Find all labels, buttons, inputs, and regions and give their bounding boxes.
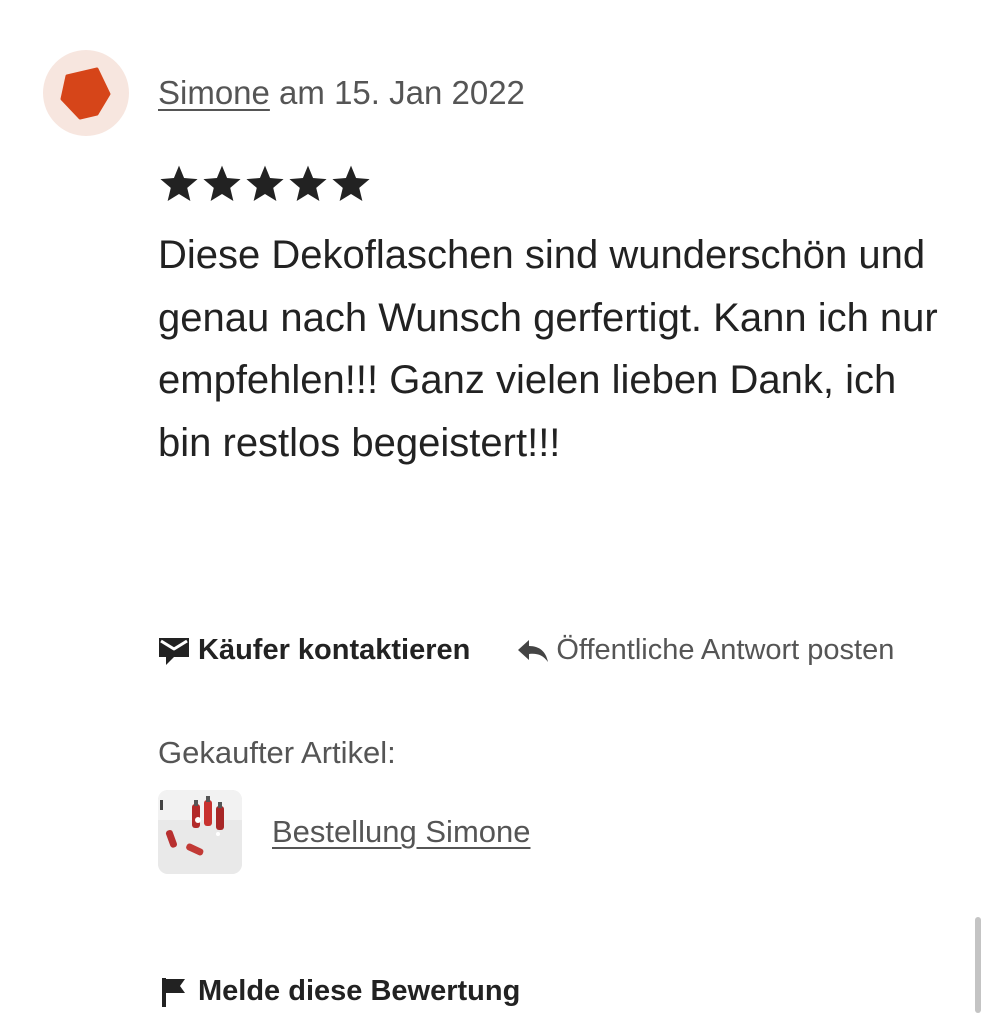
review-actions: Käufer kontaktieren Öffentliche Antwort … xyxy=(158,634,894,667)
star-icon xyxy=(289,165,327,201)
public-reply-button[interactable]: Öffentliche Antwort posten xyxy=(516,634,894,667)
review-text: Diese Dekoflaschen sind wunderschön und … xyxy=(158,233,938,465)
purchased-item: Bestellung Simone xyxy=(158,790,531,874)
star-icon xyxy=(332,165,370,201)
report-review-button[interactable]: Melde diese Bewertung xyxy=(160,975,520,1008)
avatar[interactable] xyxy=(43,50,129,136)
flag-icon xyxy=(162,977,185,1007)
contact-buyer-button[interactable]: Käufer kontaktieren xyxy=(158,634,470,667)
star-icon xyxy=(203,165,241,201)
product-thumbnail[interactable] xyxy=(158,790,242,874)
report-review-label: Melde diese Bewertung xyxy=(198,975,521,1007)
purchased-item-label: Gekaufter Artikel: xyxy=(158,735,396,770)
public-reply-label: Öffentliche Antwort posten xyxy=(556,634,895,666)
star-rating xyxy=(158,163,372,205)
contact-buyer-label: Käufer kontaktieren xyxy=(198,634,471,666)
order-link[interactable]: Bestellung Simone xyxy=(272,814,531,850)
star-icon xyxy=(246,165,284,201)
bottles-image xyxy=(158,790,242,874)
envelope-icon xyxy=(159,637,189,665)
review-header: Simone am 15. Jan 2022 xyxy=(158,73,525,113)
star-icon xyxy=(160,165,198,201)
avatar-shape-icon xyxy=(60,67,111,120)
scrollbar[interactable] xyxy=(975,917,981,1013)
reviewer-name-link[interactable]: Simone xyxy=(158,74,270,111)
review-date: am 15. Jan 2022 xyxy=(269,74,525,111)
reply-arrow-icon xyxy=(518,639,549,662)
review-card: Simone am 15. Jan 2022 Diese Dekoflasche… xyxy=(0,0,986,1024)
